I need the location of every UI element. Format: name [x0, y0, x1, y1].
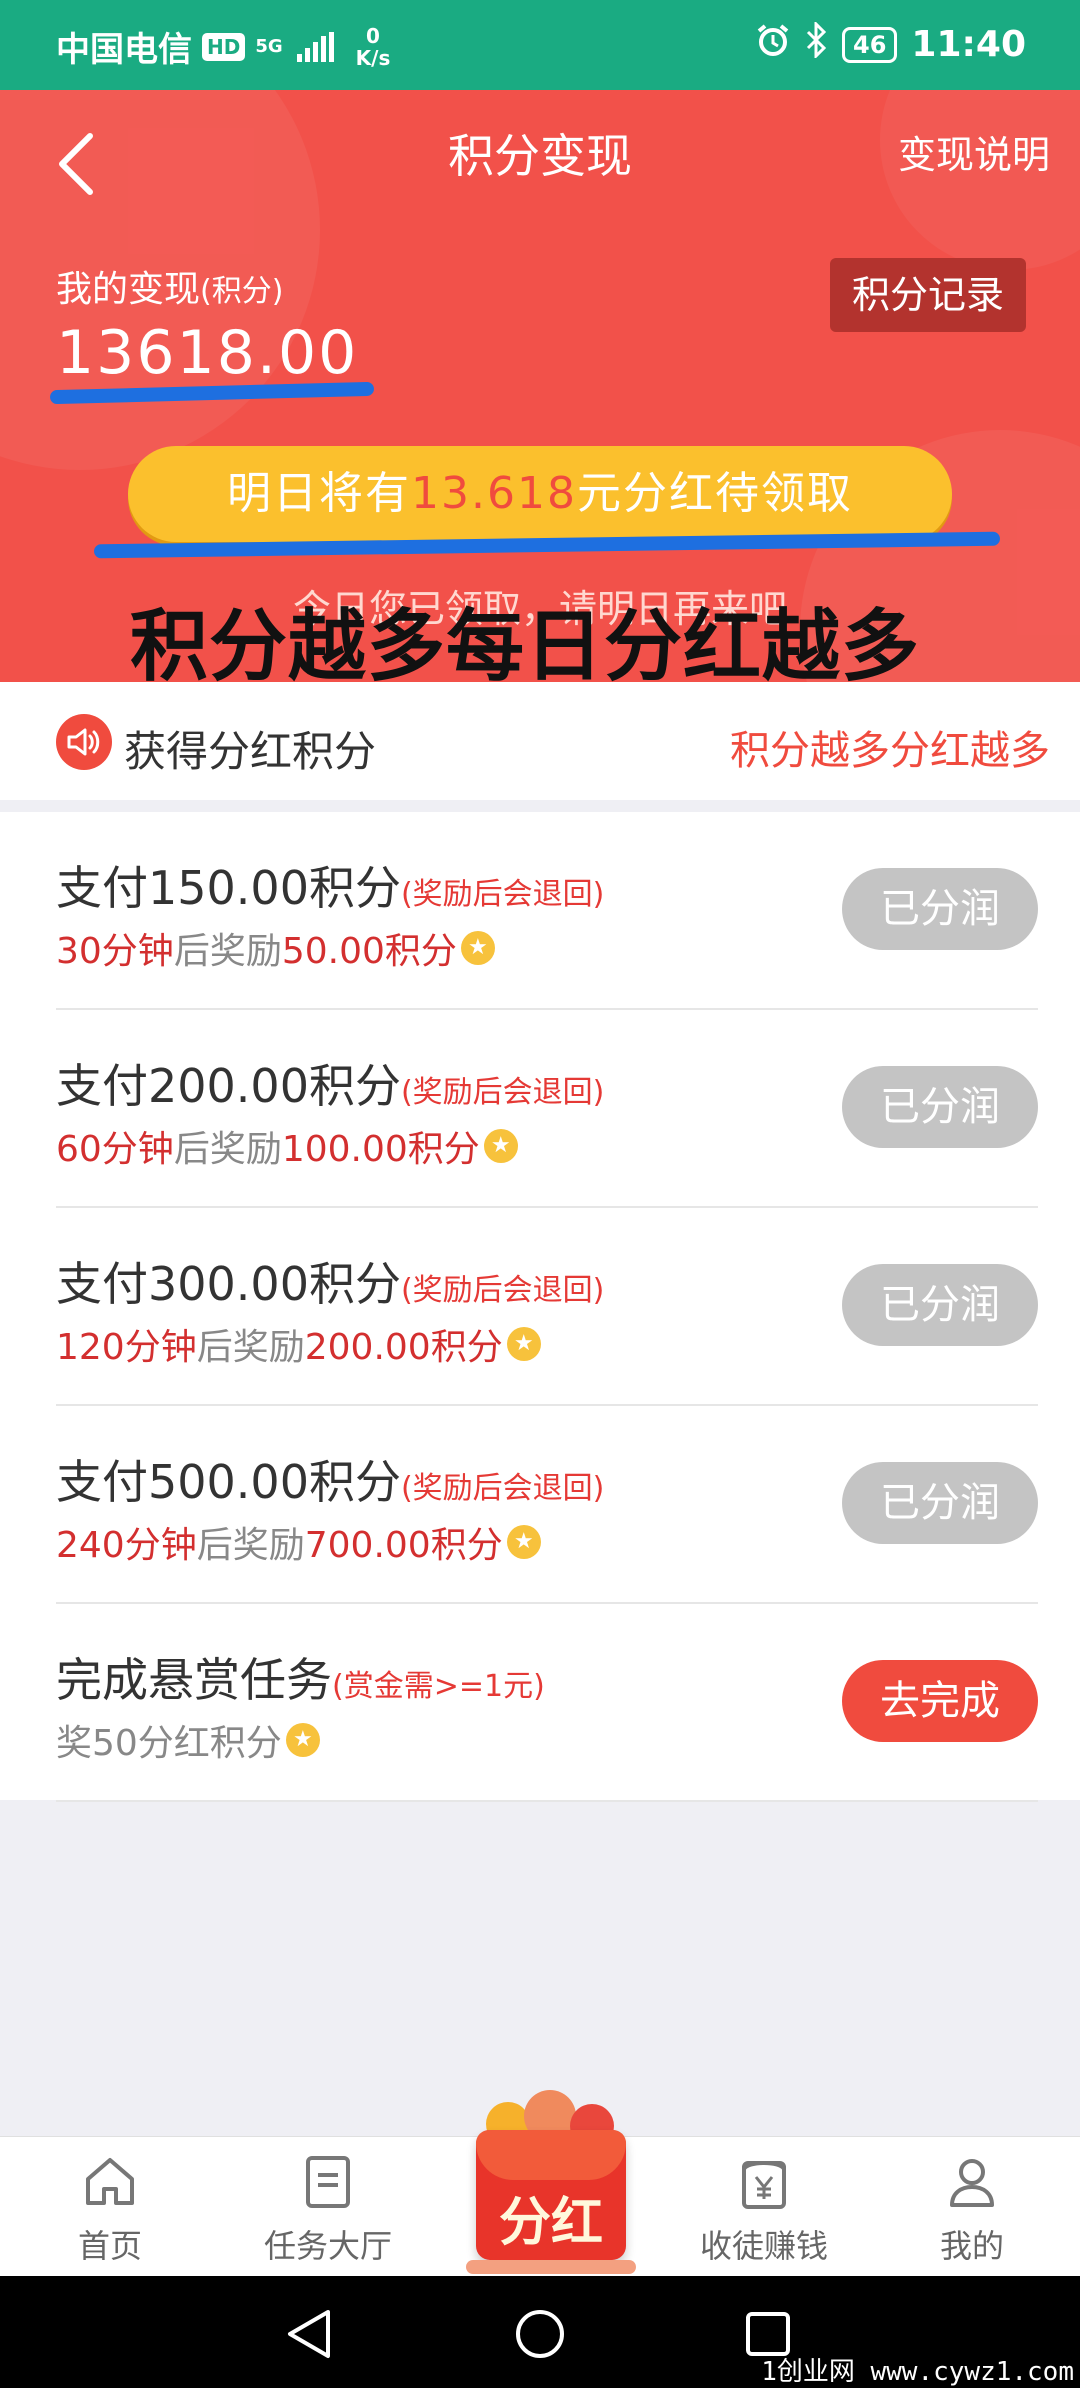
status-bar: 中国电信 HD 5G 0 K/s 46 11:40 — [0, 0, 1080, 90]
my-points-value: 13618.00 — [56, 318, 359, 388]
red-envelope-icon: 分红 — [476, 2130, 626, 2260]
task-mid: 后奖励 — [196, 1327, 305, 1368]
task-reward-line: 60分钟 后奖励 100.00积分 ★ — [56, 1120, 518, 1172]
system-nav-bar: 1创业网 www.cywz1.com — [0, 2276, 1080, 2388]
my-points-label-text: 我的变现 — [56, 269, 201, 310]
nav-item-mine[interactable]: 我的 — [892, 2155, 1052, 2267]
task-reward-line: 240分钟 后奖励 700.00积分 ★ — [56, 1516, 541, 1568]
battery-icon: 46 — [842, 26, 898, 63]
bluetooth-icon — [804, 20, 828, 67]
task-title: 支付150.00积分(奖励后会退回) — [56, 852, 604, 918]
speaker-icon — [56, 714, 112, 770]
task-item: 支付200.00积分(奖励后会退回) 60分钟 后奖励 100.00积分 ★ 已分润 — [56, 1010, 1038, 1208]
task-item: 支付150.00积分(奖励后会退回) 30分钟 后奖励 50.00积分 ★ 已分润 — [56, 812, 1038, 1010]
my-points-label: 我的变现(积分) — [56, 260, 283, 312]
task-mid: 后奖励 — [173, 931, 282, 972]
go-complete-button[interactable]: 去完成 — [842, 1660, 1038, 1742]
task-note: (赏金需>=1元) — [332, 1669, 545, 1704]
home-icon — [86, 2158, 134, 2205]
task-note: (奖励后会退回) — [400, 1273, 605, 1308]
dividend-label: 分红 — [498, 2193, 603, 2253]
back-triangle-icon[interactable] — [284, 2308, 334, 2360]
nav-item-recruit[interactable]: 收徒赚钱 — [684, 2155, 844, 2267]
star-icon: ★ — [483, 1129, 518, 1163]
header-panel: 积分变现 变现说明 我的变现(积分) 13618.00 积分记录 明日将有13.… — [0, 90, 1080, 682]
tomorrow-prefix: 明日将有 — [227, 468, 412, 519]
notice-bar: 获得分红积分 积分越多分红越多 — [0, 682, 1080, 800]
tomorrow-suffix: 元分红待领取 — [576, 468, 853, 519]
carrier-name: 中国电信 — [56, 30, 192, 70]
task-title-text: 支付300.00积分 — [56, 1257, 401, 1311]
nav-item-task-hall[interactable]: 任务大厅 — [248, 2155, 408, 2267]
nav-item-home[interactable]: 首页 — [30, 2155, 190, 2267]
notice-title: 获得分红积分 — [124, 727, 377, 776]
task-time: 60分钟 — [56, 1129, 174, 1170]
watermark: 1创业网 www.cywz1.com — [761, 2357, 1074, 2387]
net-speed-unit: K/s — [355, 45, 391, 70]
notice-slogan: 积分越多分红越多 — [730, 728, 1050, 774]
task-title: 支付300.00积分(奖励后会退回) — [56, 1248, 604, 1314]
task-reward-line: 120分钟 后奖励 200.00积分 ★ — [56, 1318, 541, 1370]
nav-item-dividend[interactable]: 分红 — [466, 2090, 636, 2274]
star-icon: ★ — [460, 931, 495, 965]
explain-link[interactable]: 变现说明 — [898, 124, 1050, 179]
bounty-task-item: 完成悬赏任务(赏金需>=1元) 奖50分红积分 ★ 去完成 — [56, 1604, 1038, 1802]
task-list: 支付150.00积分(奖励后会退回) 30分钟 后奖励 50.00积分 ★ 已分润 支… — [0, 812, 1080, 1802]
task-title-text: 支付150.00积分 — [56, 861, 401, 915]
task-title: 支付500.00积分(奖励后会退回) — [56, 1446, 604, 1512]
nav-label: 收徒赚钱 — [699, 2227, 828, 2265]
task-title: 支付200.00积分(奖励后会退回) — [56, 1050, 604, 1116]
clock: 11:40 — [911, 24, 1026, 65]
star-icon: ★ — [285, 1723, 320, 1757]
task-status-button[interactable]: 已分润 — [842, 1264, 1038, 1346]
task-reward: 奖50分红积分 — [56, 1723, 282, 1764]
task-reward: 100.00积分 — [281, 1129, 480, 1170]
task-status-button[interactable]: 已分润 — [842, 1462, 1038, 1544]
task-reward-line: 奖50分红积分 ★ — [56, 1714, 320, 1766]
overlay-caption: 积分越多每日分红越多 — [130, 602, 921, 682]
task-reward: 50.00积分 — [281, 931, 457, 972]
task-mid: 后奖励 — [173, 1129, 282, 1170]
task-item: 支付500.00积分(奖励后会退回) 240分钟 后奖励 700.00积分 ★ 已分润 — [56, 1406, 1038, 1604]
task-mid: 后奖励 — [196, 1525, 305, 1566]
alarm-icon — [756, 23, 790, 66]
task-time: 30分钟 — [56, 931, 174, 972]
nav-label: 首页 — [77, 2227, 142, 2265]
task-reward-line: 30分钟 后奖励 50.00积分 ★ — [56, 922, 495, 974]
task-status-button[interactable]: 已分润 — [842, 1066, 1038, 1148]
task-time: 240分钟 — [56, 1525, 197, 1566]
net-speed-value: 0 — [366, 23, 380, 48]
task-title-text: 支付500.00积分 — [56, 1455, 401, 1509]
task-title: 完成悬赏任务(赏金需>=1元) — [56, 1644, 545, 1710]
hd-badge: HD — [202, 32, 246, 61]
home-circle-icon[interactable] — [514, 2308, 566, 2360]
network-type: 5G — [255, 36, 283, 57]
task-status-button[interactable]: 已分润 — [842, 868, 1038, 950]
star-icon: ★ — [506, 1327, 541, 1361]
task-note: (奖励后会退回) — [400, 877, 605, 912]
my-points-unit: (积分) — [200, 274, 284, 309]
task-title-text: 完成悬赏任务 — [56, 1653, 332, 1707]
net-speed: 0 K/s — [356, 25, 391, 69]
task-time: 120分钟 — [56, 1327, 197, 1368]
yen-icon — [742, 2161, 786, 2209]
task-reward: 200.00积分 — [304, 1327, 503, 1368]
task-title-text: 支付200.00积分 — [56, 1059, 401, 1113]
task-item: 支付300.00积分(奖励后会退回) 120分钟 后奖励 200.00积分 ★ 已分润 — [56, 1208, 1038, 1406]
tomorrow-amount: 13.618 — [411, 468, 577, 519]
task-note: (奖励后会退回) — [400, 1075, 605, 1110]
points-record-button[interactable]: 积分记录 — [830, 258, 1026, 332]
star-icon: ★ — [506, 1525, 541, 1559]
task-reward: 700.00积分 — [304, 1525, 503, 1566]
user-icon — [950, 2159, 994, 2207]
signal-icon — [296, 31, 334, 62]
nav-label: 任务大厅 — [263, 2227, 392, 2265]
tomorrow-dividend-pill[interactable]: 明日将有13.618元分红待领取 — [128, 446, 952, 542]
nav-label: 我的 — [939, 2227, 1004, 2265]
list-icon — [306, 2156, 350, 2208]
task-note: (奖励后会退回) — [400, 1471, 605, 1506]
